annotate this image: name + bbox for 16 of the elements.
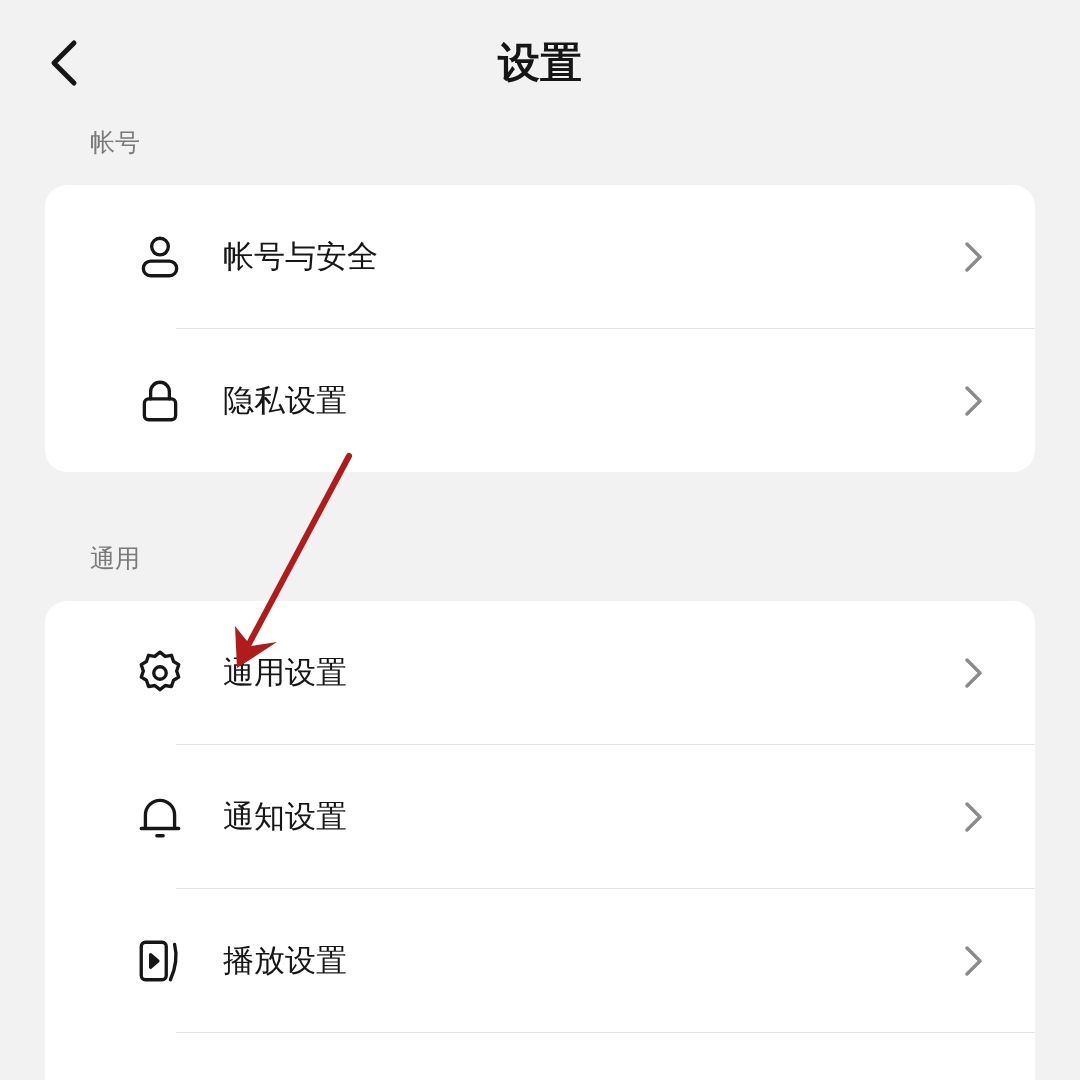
page-title: 设置 — [498, 36, 582, 89]
settings-row[interactable]: 隐私设置 — [45, 329, 1035, 472]
settings-row[interactable]: 播放设置 — [45, 889, 1035, 1032]
settings-row[interactable]: 帐号与安全 — [45, 185, 1035, 328]
row-label: 通知设置 — [223, 796, 348, 836]
section-label: 帐号 — [89, 127, 140, 159]
chevron-icon — [963, 239, 985, 274]
chevron-icon — [963, 943, 985, 978]
row-label: 播放设置 — [223, 940, 348, 980]
settings-row[interactable]: 通知设置 — [45, 745, 1035, 888]
chevron-icon — [963, 655, 985, 690]
chevron-icon — [963, 799, 985, 834]
row-label: 帐号与安全 — [223, 236, 379, 276]
chevron-icon — [963, 383, 985, 418]
row-label: 隐私设置 — [223, 380, 348, 420]
section-label: 通用 — [89, 543, 140, 575]
